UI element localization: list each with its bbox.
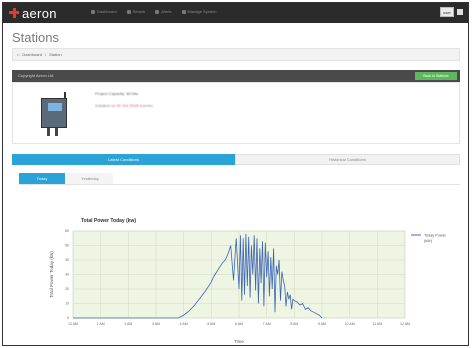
station-panel-body: Project Capacity: 80 Mw Installed on 01 … (12, 82, 460, 144)
x-tick-label: 12 AM (68, 322, 78, 326)
x-tick-label: 12 AM (400, 322, 410, 326)
nav-manage-label: Manage System (187, 9, 217, 14)
tab-today[interactable]: Today (19, 173, 65, 184)
install-prefix: Installed on (95, 103, 117, 108)
app-window: aeron Dashboard Search Alerts Manage Sys… (2, 2, 469, 346)
x-tick-label: 2 AM (124, 322, 132, 326)
tab-historical-conditions[interactable]: Historical Conditions (235, 154, 460, 165)
legend-label: Today Power (424, 234, 447, 238)
alert-icon (155, 9, 160, 14)
station-panel-header: Copyright Aeron Ltd Back to Stations (12, 70, 460, 82)
logo-cross-icon (9, 8, 19, 18)
tab-yesterday[interactable]: Yesterday (67, 173, 113, 184)
install-suffix: Inverter (138, 103, 154, 108)
nav-manage-system[interactable]: Manage System (181, 9, 217, 14)
user-name[interactable]: user (440, 7, 454, 17)
x-tick-label: 6 AM (235, 322, 243, 326)
dashboard-icon (91, 9, 95, 14)
conditions-tabs: Latest Conditions Historical Conditions (12, 154, 460, 165)
x-tick-label: 8 AM (290, 322, 298, 326)
nav-alerts-label: Alerts (161, 9, 172, 14)
breadcrumb-station: Station (49, 52, 62, 57)
x-axis-label: Time (234, 339, 244, 344)
nav-alerts[interactable]: Alerts (155, 9, 172, 14)
legend-label-unit: (kW) (424, 239, 433, 243)
nav-dashboard-label: Dashboard (97, 9, 117, 14)
station-panel-title: Copyright Aeron Ltd (18, 73, 54, 78)
y-tick-label: 60 (65, 229, 69, 233)
y-tick-label: 10 (65, 302, 69, 306)
logo-text: aeron (22, 5, 57, 21)
station-install-info: Installed on 01 Oct 2015 Inverter (95, 103, 153, 108)
y-tick-label: 0 (67, 316, 69, 320)
user-menu[interactable]: user (440, 7, 463, 17)
y-tick-label: 20 (65, 287, 69, 291)
x-tick-label: 1 AM (97, 322, 105, 326)
home-icon: ⌂ (17, 52, 20, 57)
datalogger-device-image (37, 92, 71, 136)
y-tick-label: 40 (65, 258, 69, 262)
x-tick-label: 5 AM (207, 322, 215, 326)
x-tick-label: 4 AM (180, 322, 188, 326)
settings-icon (181, 9, 186, 14)
day-tabs: Today Yesterday (19, 173, 113, 184)
page-title: Stations (12, 30, 59, 45)
top-navbar: aeron Dashboard Search Alerts Manage Sys… (3, 3, 468, 23)
x-tick-label: 3 AM (152, 322, 160, 326)
y-tick-label: 30 (65, 273, 69, 277)
nav-dashboard[interactable]: Dashboard (91, 9, 117, 14)
x-tick-label: 11 AM (372, 322, 382, 326)
y-axis-label: Total Power Today (kw) (49, 251, 54, 298)
x-tick-label: 10 AM (345, 322, 355, 326)
station-capacity: Project Capacity: 80 Mw (95, 91, 139, 96)
logo[interactable]: aeron (9, 5, 57, 21)
breadcrumb-dashboard[interactable]: Dashboard (22, 52, 42, 57)
x-tick-label: 7 AM (263, 322, 271, 326)
tab-latest-conditions[interactable]: Latest Conditions (12, 154, 235, 165)
search-icon (126, 9, 131, 14)
chevron-down-icon[interactable] (457, 9, 463, 15)
power-chart: 0 10 20 30 40 50 60 12 AM 1 AM 2 AM 3 AM 4 AM 5 AM 6 … (19, 185, 460, 345)
breadcrumb: ⌂ Dashboard / Station (12, 48, 460, 61)
x-tick-label: 9 AM (318, 322, 326, 326)
nav-search[interactable]: Search (126, 9, 146, 14)
breadcrumb-separator: / (45, 52, 47, 57)
nav-search-label: Search (132, 9, 146, 14)
y-tick-label: 50 (65, 244, 69, 248)
power-chart-svg: 0 10 20 30 40 50 60 12 AM 1 AM 2 AM 3 AM 4 AM 5 AM 6 … (49, 218, 447, 344)
install-date: 01 Oct 2015 (116, 103, 139, 108)
chart-title: Total Power Today (kw) (81, 218, 136, 224)
back-button[interactable]: Back to Stations (415, 72, 457, 80)
